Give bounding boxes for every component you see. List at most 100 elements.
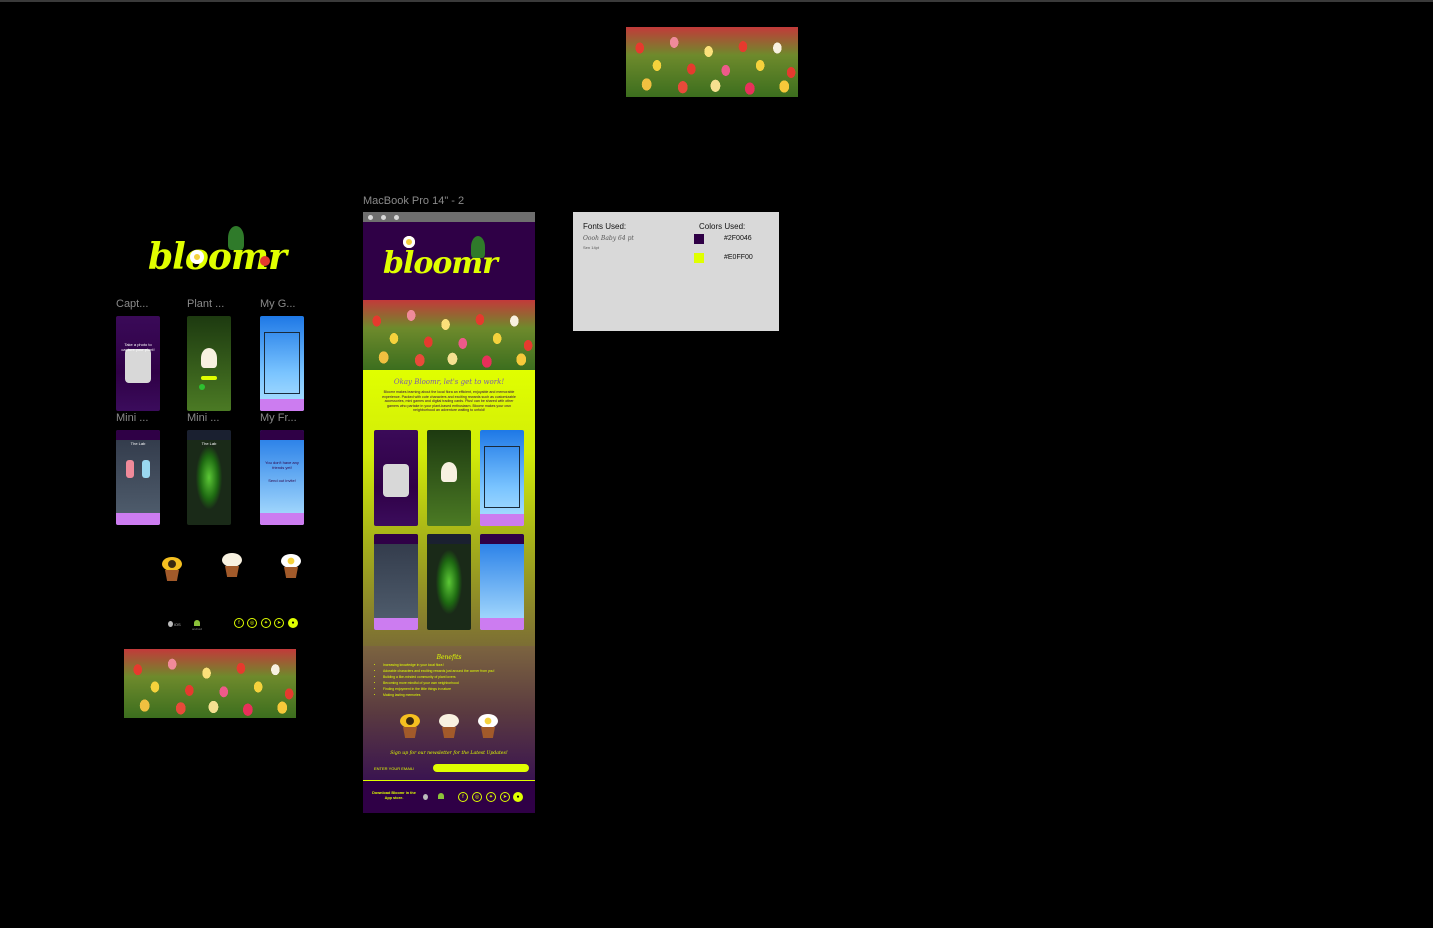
window-dot: [368, 215, 373, 220]
friends-header: [480, 534, 524, 544]
sunflower-pot-icon: [399, 714, 421, 740]
apple-icon[interactable]: [168, 621, 173, 627]
thumb-garden-screen[interactable]: [260, 316, 304, 411]
twitter-icon[interactable]: ✦: [486, 792, 496, 802]
thumb-plant-screen[interactable]: [187, 316, 231, 411]
benefits-list: Increasing knowledge in your local flora…: [375, 662, 527, 698]
color-hex-yellow: #E0FF00: [724, 254, 753, 261]
email-label: ENTER YOUR EMAIL!: [374, 766, 415, 771]
photo-card: [124, 349, 152, 383]
lab-title: The Lab: [201, 441, 217, 446]
sunflower-pot-icon[interactable]: [161, 557, 183, 583]
plant-icon: [228, 226, 244, 250]
telegram-icon[interactable]: ➤: [500, 792, 510, 802]
friends-cta: Send out invite!: [268, 478, 296, 483]
email-input[interactable]: [433, 764, 529, 772]
android-label: android: [192, 627, 203, 631]
portal-header: [187, 430, 231, 440]
photo-card: [382, 463, 410, 498]
bottom-nav: [116, 513, 160, 525]
lab-header: [116, 430, 160, 440]
yellow-button: [201, 376, 217, 380]
top-border: [0, 0, 1433, 2]
download-text: Download Bloomr in the App store.: [372, 791, 416, 800]
card-capture-screen[interactable]: [374, 430, 418, 526]
newsletter-heading: Sign up for our newsletter for the Lates…: [390, 751, 508, 756]
android-icon[interactable]: [194, 620, 200, 626]
white-flower-pot-icon[interactable]: [221, 553, 243, 579]
thumb-capture-screen[interactable]: Take a photo to capture your plant!: [116, 316, 160, 411]
window-dot: [381, 215, 386, 220]
white-flower-pot-icon: [438, 714, 460, 740]
hero-image: [363, 300, 535, 370]
thumb-label-capture: Capt...: [116, 298, 149, 310]
bloomr-logo[interactable]: bloomr: [140, 226, 287, 280]
tulip-image-top[interactable]: [626, 27, 798, 97]
color-hex-purple: #2F0046: [724, 235, 752, 242]
benefit-item: Making lasting memories: [383, 692, 527, 698]
window-dot: [394, 215, 399, 220]
daisy-pot-icon: [477, 714, 499, 740]
content-section: Okay Bloomr, let's get to work! Bloomr m…: [363, 370, 535, 646]
browser-chrome: [363, 212, 535, 222]
tulip-image-left[interactable]: [124, 649, 296, 718]
card-plant-screen[interactable]: [427, 430, 471, 526]
thumb-label-garden: My G...: [260, 298, 296, 310]
card-friends-screen[interactable]: [480, 534, 524, 630]
font-sample-2: Sen 14pt: [583, 245, 600, 250]
discord-icon[interactable]: ●: [513, 792, 523, 802]
thumb-portal-screen[interactable]: The Lab: [187, 430, 231, 525]
thumb-label-plant: Plant ...: [187, 298, 225, 310]
color-swatch-yellow: [694, 253, 704, 263]
facebook-icon[interactable]: f: [458, 792, 468, 802]
thumb-label-mini-1: Mini ...: [116, 412, 149, 424]
benefits-section: Benefits Increasing knowledge in your lo…: [363, 646, 535, 780]
intro-body: Bloomr makes learning about the local fl…: [382, 390, 516, 413]
greenhouse-icon: [264, 332, 300, 394]
daisy-icon: [403, 236, 415, 248]
instagram-icon[interactable]: ◎: [247, 618, 257, 628]
bottom-nav: [480, 618, 524, 630]
card-garden-screen[interactable]: [480, 430, 524, 526]
site-footer: Download Bloomr in the App store. f ◎ ✦ …: [363, 780, 535, 813]
bottom-nav: [480, 514, 524, 526]
friends-text: You don't have any friends yet!: [265, 460, 299, 470]
style-guide-card[interactable]: Fonts Used: Oooh Baby 64 pt Sen 14pt Col…: [573, 212, 779, 331]
card-lab-screen[interactable]: [374, 534, 418, 630]
green-dot: [199, 384, 205, 390]
capture-text: Take a photo to capture your plant!: [121, 342, 155, 352]
greenhouse-icon: [484, 446, 520, 508]
discord-icon[interactable]: ●: [288, 618, 298, 628]
intro-heading: Okay Bloomr, let's get to work!: [393, 378, 505, 386]
benefits-heading: Benefits: [436, 654, 462, 661]
telegram-icon[interactable]: ➤: [274, 618, 284, 628]
android-icon[interactable]: [438, 793, 444, 799]
thumb-friends-screen[interactable]: You don't have any friends yet! Send out…: [260, 430, 304, 525]
fonts-heading: Fonts Used:: [583, 222, 627, 231]
facebook-icon[interactable]: f: [234, 618, 244, 628]
bottom-nav: [374, 618, 418, 630]
frame-label[interactable]: MacBook Pro 14" - 2: [363, 195, 464, 207]
lab-title: The Lab: [130, 441, 146, 446]
bottom-nav: [260, 399, 304, 411]
lab-header: [374, 534, 418, 544]
plant-icon: [471, 236, 485, 258]
apple-icon[interactable]: [423, 794, 428, 800]
card-portal-screen[interactable]: [427, 534, 471, 630]
daisy-pot-icon[interactable]: [280, 554, 302, 580]
thumb-label-friends: My Fr...: [260, 412, 297, 424]
twitter-icon[interactable]: ✦: [261, 618, 271, 628]
portal-header: [427, 534, 471, 544]
rose-icon: [260, 256, 270, 266]
potion-icon: [142, 460, 150, 478]
plant-pot-icon: [201, 348, 217, 368]
bottom-nav: [260, 513, 304, 525]
thumb-lab-screen[interactable]: The Lab: [116, 430, 160, 525]
plant-pot-icon: [441, 462, 457, 482]
site-header: bloomr: [363, 222, 535, 300]
macbook-frame[interactable]: bloomr Okay Bloomr, let's get to work! B…: [363, 212, 535, 813]
instagram-icon[interactable]: ◎: [472, 792, 482, 802]
ios-label: iOS: [174, 622, 181, 627]
colors-heading: Colors Used:: [699, 222, 746, 231]
color-swatch-purple: [694, 234, 704, 244]
